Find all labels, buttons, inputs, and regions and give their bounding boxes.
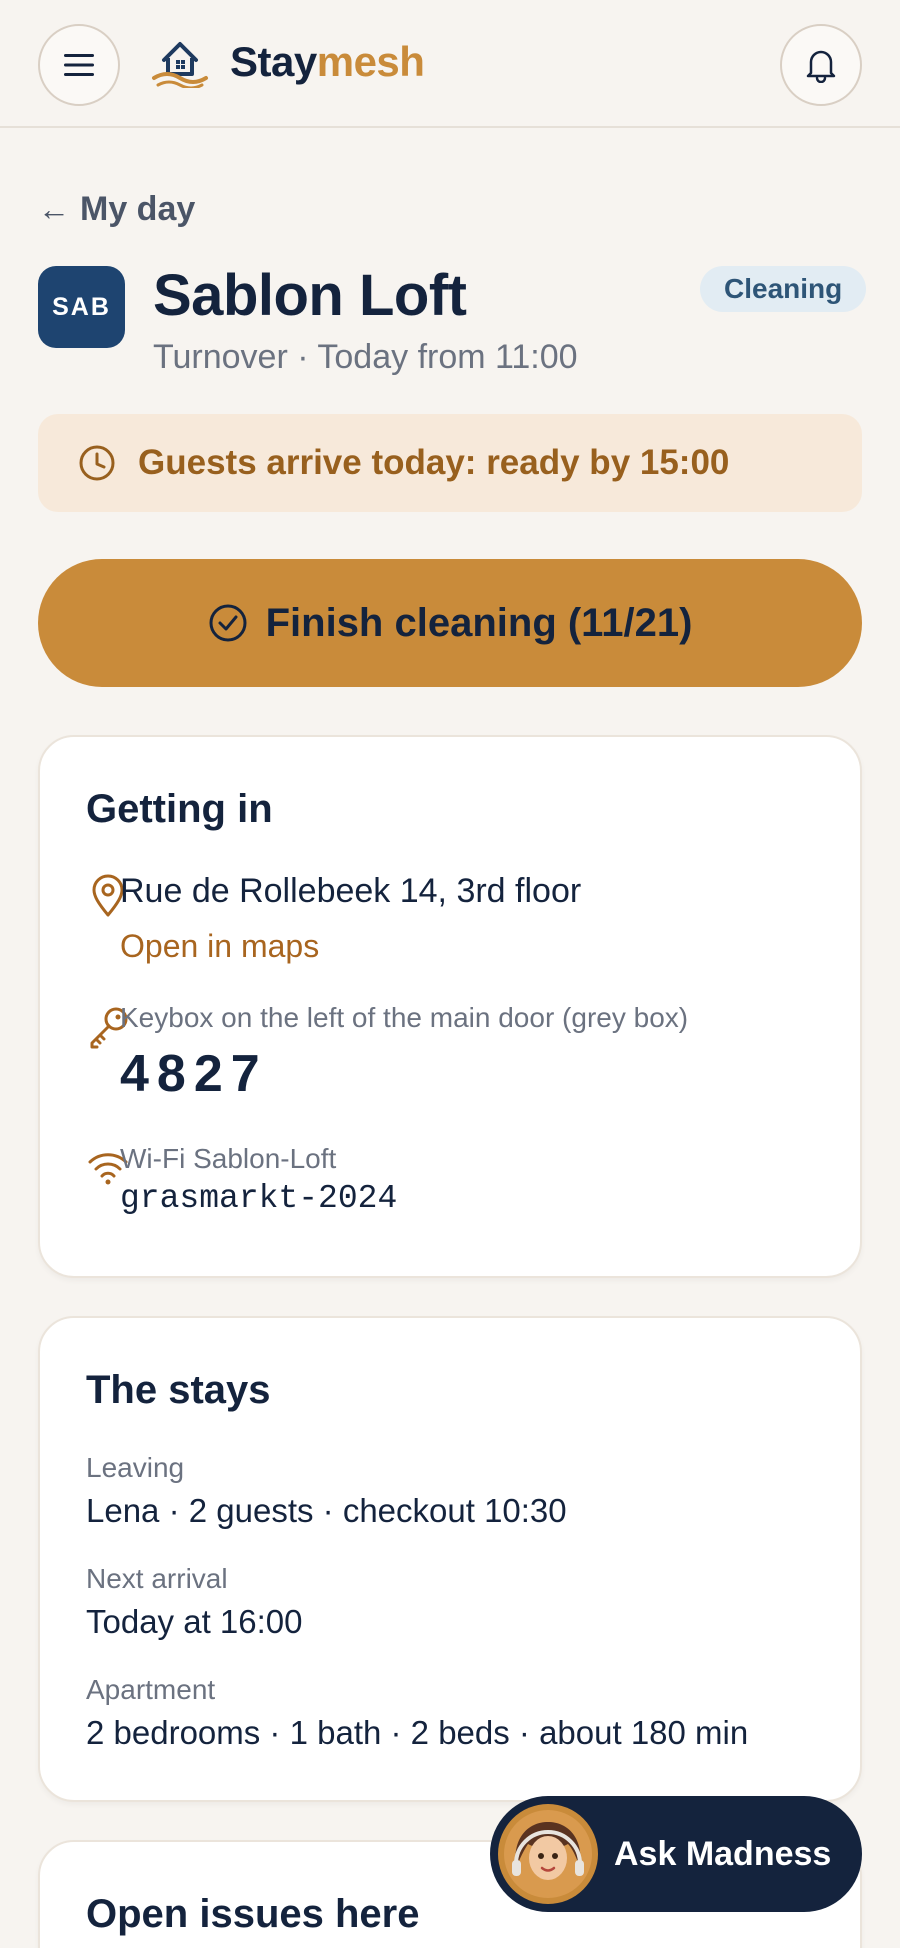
finish-cleaning-button[interactable]: Finish cleaning (11/21) (38, 559, 862, 687)
house-logo-icon (152, 42, 208, 88)
page-subtitle: Turnover · Today from 11:00 (153, 338, 578, 376)
back-arrow-icon: ← (38, 191, 70, 227)
brand-part-1: Stay (230, 38, 317, 85)
hamburger-menu-icon (64, 54, 94, 76)
ask-assistant-button[interactable]: Ask Madness (490, 1796, 862, 1912)
arrival-alert: Guests arrive today: ready by 15:00 (38, 414, 862, 512)
menu-button[interactable] (38, 24, 120, 106)
back-label: My day (80, 190, 196, 228)
getting-in-title: Getting in (86, 787, 273, 831)
page-title: Sablon Loft (153, 263, 467, 328)
clock-icon (79, 445, 115, 481)
stays-title: The stays (86, 1368, 271, 1412)
brand-name: Staymesh (230, 38, 425, 86)
wifi-password: grasmarkt-2024 (120, 1180, 398, 1217)
finish-cleaning-label: Finish cleaning (11/21) (265, 600, 693, 645)
open-issues-title: Open issues here (86, 1892, 420, 1936)
leaving-label: Leaving (86, 1452, 185, 1483)
alert-text: Guests arrive today: ready by 15:00 (138, 443, 730, 482)
keybox-label: Keybox on the left of the main door (gre… (120, 1002, 689, 1033)
brand-part-2: mesh (316, 38, 425, 85)
next-arrival-value: Today at 16:00 (86, 1603, 303, 1640)
keybox-code: 4827 (120, 1045, 268, 1103)
wifi-network-label: Wi-Fi Sablon-Loft (120, 1143, 337, 1174)
bell-icon (806, 50, 836, 83)
status-badge: Cleaning (700, 266, 867, 312)
back-link[interactable]: ← My day (38, 190, 195, 229)
ask-assistant-label: Ask Madness (614, 1834, 832, 1873)
leaving-value: Lena · 2 guests · checkout 10:30 (86, 1492, 567, 1529)
apartment-label: Apartment (86, 1674, 216, 1705)
top-bar: Staymesh (0, 0, 900, 128)
check-circle-icon (209, 604, 247, 642)
brand-logo[interactable]: Staymesh (150, 36, 425, 88)
address-text: Rue de Rollebeek 14, 3rd floor (120, 872, 582, 910)
next-arrival-label: Next arrival (86, 1563, 228, 1594)
stays-card: The stays Leaving Lena · 2 guests · chec… (38, 1316, 862, 1802)
open-in-maps-link[interactable]: Open in maps (120, 928, 319, 965)
apartment-value: 2 bedrooms · 1 bath · 2 beds · about 180… (86, 1714, 749, 1751)
property-code-badge: SAB (38, 266, 125, 348)
assistant-avatar-icon (498, 1804, 598, 1904)
notifications-button[interactable] (780, 24, 862, 106)
